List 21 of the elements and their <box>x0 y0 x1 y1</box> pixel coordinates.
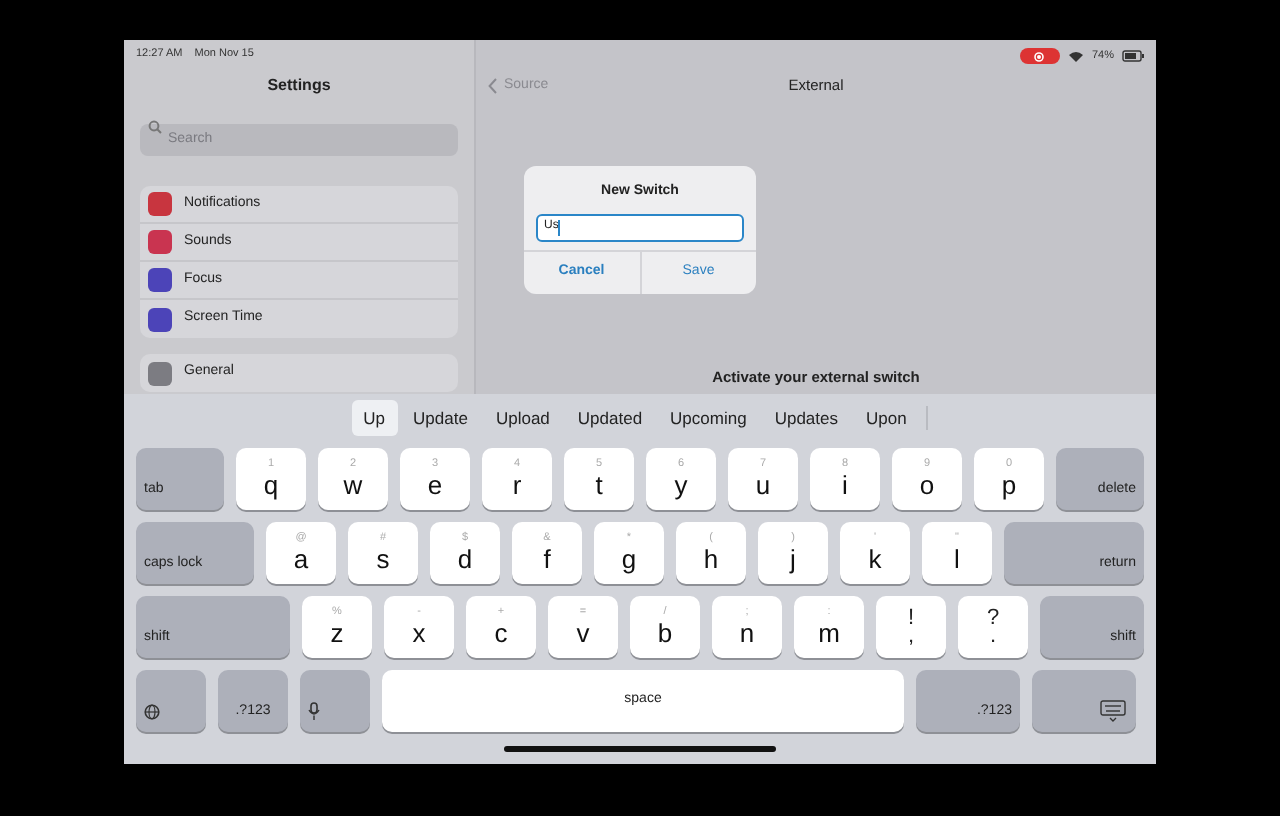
search-icon <box>148 120 162 134</box>
record-icon <box>1034 51 1045 61</box>
suggestion-item[interactable]: Upload <box>483 400 562 436</box>
suggestion-item[interactable]: Updates <box>762 400 850 436</box>
suggestion-item[interactable]: Update <box>401 400 480 436</box>
suggestion-item[interactable]: Updated <box>565 400 655 436</box>
suggestion-item[interactable]: Up <box>351 400 398 436</box>
hide-keyboard-key[interactable] <box>1032 670 1136 732</box>
dictation-key[interactable] <box>300 670 370 732</box>
punctuation-key[interactable]: ! , <box>876 596 946 658</box>
suggestion-item[interactable]: Upcoming <box>658 400 759 436</box>
suggestion-item[interactable]: Upon <box>854 400 919 436</box>
microphone-icon <box>308 702 320 720</box>
punctuation-key[interactable]: ? . <box>958 596 1028 658</box>
battery-icon <box>1122 50 1144 62</box>
globe-key[interactable] <box>136 670 206 732</box>
back-chevron-icon <box>488 78 498 94</box>
globe-icon <box>144 704 160 720</box>
sidebar-title: Settings <box>267 74 331 98</box>
keyboard-icon <box>1100 700 1126 722</box>
wifi-icon <box>1067 50 1084 62</box>
